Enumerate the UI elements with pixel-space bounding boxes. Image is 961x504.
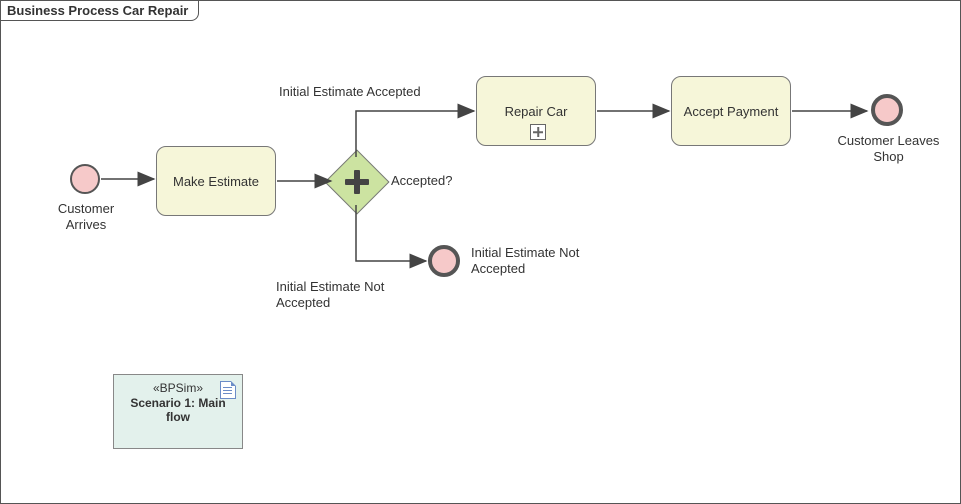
task-repair-car[interactable]: Repair Car bbox=[476, 76, 596, 146]
end-event-rejected-label: Initial Estimate Not Accepted bbox=[471, 245, 601, 278]
end-event-rejected[interactable] bbox=[428, 245, 460, 277]
start-event-label: Customer Arrives bbox=[51, 201, 121, 234]
note-icon bbox=[220, 381, 236, 399]
end-event-accepted[interactable] bbox=[871, 94, 903, 126]
task-accept-payment[interactable]: Accept Payment bbox=[671, 76, 791, 146]
end-event-accepted-label: Customer Leaves Shop bbox=[836, 133, 941, 166]
task-make-estimate[interactable]: Make Estimate bbox=[156, 146, 276, 216]
flow-label-rejected: Initial Estimate Not Accepted bbox=[276, 279, 406, 312]
note-stereotype: «BPSim» bbox=[122, 381, 234, 395]
subprocess-marker-icon bbox=[530, 124, 546, 140]
diagram-canvas: Business Process Car Repair Customer Arr… bbox=[0, 0, 961, 504]
bpsim-note[interactable]: «BPSim» Scenario 1: Main flow bbox=[113, 374, 243, 449]
gateway-accepted[interactable] bbox=[324, 149, 389, 214]
task-label: Make Estimate bbox=[173, 174, 259, 189]
task-label: Accept Payment bbox=[684, 104, 779, 119]
start-event[interactable] bbox=[70, 164, 100, 194]
flow-label-accepted: Initial Estimate Accepted bbox=[279, 84, 449, 100]
gateway-label: Accepted? bbox=[391, 173, 471, 189]
note-title: Scenario 1: Main flow bbox=[122, 396, 234, 424]
task-label: Repair Car bbox=[505, 104, 568, 119]
pool-title: Business Process Car Repair bbox=[1, 1, 199, 21]
